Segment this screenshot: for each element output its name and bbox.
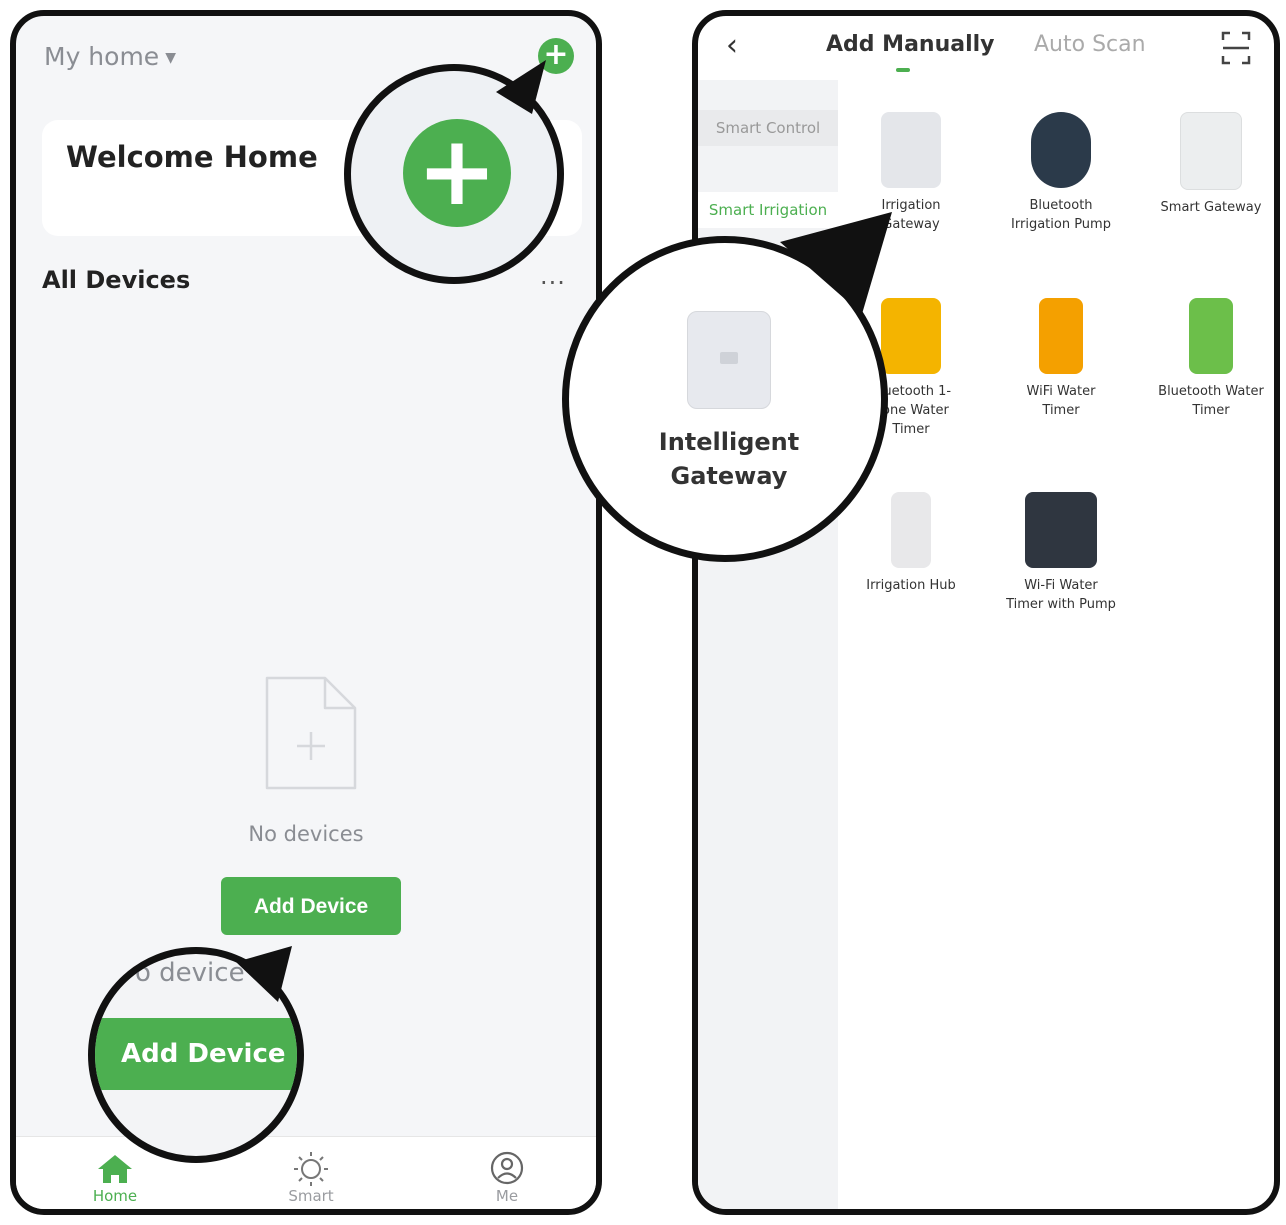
device-name: Smart Gateway — [1160, 200, 1262, 215]
device-name: WiFi Water Timer — [1026, 384, 1096, 418]
zoom-callout-intelligent-gateway: Intelligent Gateway — [562, 236, 888, 562]
device-image — [1180, 112, 1242, 190]
device-tile[interactable]: Wi-Fi Water Timer with Pump — [1006, 492, 1116, 614]
device-image — [1039, 298, 1083, 374]
tab-smart[interactable]: Smart — [266, 1147, 356, 1205]
add-device-button: Add Device — [95, 1018, 297, 1090]
more-icon[interactable]: ... — [540, 262, 566, 290]
welcome-title: Welcome Home — [66, 140, 318, 174]
user-icon — [490, 1151, 524, 1185]
device-tile[interactable]: Smart Gateway — [1156, 112, 1266, 217]
device-tile[interactable]: Irrigation Hub — [856, 492, 966, 595]
tab-me[interactable]: Me — [462, 1147, 552, 1205]
gateway-image — [687, 311, 771, 409]
tab-home[interactable]: Home — [70, 1147, 160, 1205]
device-name: Bluetooth Water Timer — [1158, 384, 1264, 418]
home-indicator — [882, 1214, 1096, 1215]
device-name: Wi-Fi Water Timer with Pump — [1006, 578, 1116, 612]
device-name: Irrigation Hub — [866, 578, 956, 593]
bottom-tab-bar: Home Smart Me — [16, 1136, 596, 1209]
add-device-screen-phone: ‹ Add Manually Auto Scan Smart Control S… — [692, 10, 1280, 1215]
device-image — [1031, 112, 1091, 188]
device-image — [881, 112, 941, 188]
device-name: Bluetooth Irrigation Pump — [1011, 198, 1111, 232]
sun-icon — [294, 1152, 328, 1186]
active-tab-indicator — [896, 68, 910, 72]
device-image — [891, 492, 931, 568]
device-image — [881, 298, 941, 374]
zoom-callout-add-device: o device Add Device — [88, 947, 304, 1163]
device-tile[interactable]: Bluetooth Water Timer — [1156, 298, 1266, 420]
gateway-label: Intelligent Gateway — [658, 428, 800, 490]
top-nav-bar: ‹ Add Manually Auto Scan — [698, 16, 1274, 80]
section-title: All Devices — [42, 266, 191, 294]
device-tile[interactable]: Bluetooth Irrigation Pump — [1006, 112, 1116, 234]
tab-home-label: Home — [92, 1187, 138, 1205]
home-icon — [98, 1155, 132, 1183]
sidebar-item-smart-control[interactable]: Smart Control — [698, 110, 838, 146]
tab-me-label: Me — [495, 1187, 519, 1205]
tab-add-manually[interactable]: Add Manually — [826, 32, 995, 57]
device-tile[interactable]: WiFi Water Timer — [1006, 298, 1116, 420]
tab-smart-label: Smart — [288, 1187, 334, 1205]
add-icon: + — [403, 119, 511, 227]
device-name: Irrigation Gateway — [881, 198, 941, 232]
device-tile[interactable]: Irrigation Gateway — [856, 112, 966, 234]
add-device-button[interactable]: Add Device — [221, 877, 401, 935]
empty-state-text: o device — [135, 958, 245, 988]
device-image — [1189, 298, 1233, 374]
empty-file-icon — [265, 676, 357, 790]
device-image — [1025, 492, 1097, 568]
add-icon[interactable]: + — [538, 38, 574, 74]
chevron-down-icon: ▼ — [165, 50, 176, 66]
zoom-callout-add-icon: + — [344, 64, 564, 284]
home-selector-label: My home — [44, 42, 160, 71]
home-selector[interactable]: My home ▼ — [44, 42, 176, 71]
scan-icon[interactable] — [1220, 30, 1252, 66]
empty-state-text: No devices — [248, 822, 364, 846]
tab-auto-scan[interactable]: Auto Scan — [1034, 32, 1146, 57]
back-icon[interactable]: ‹ — [726, 28, 738, 63]
home-indicator — [202, 1212, 420, 1215]
sidebar-item-smart-irrigation[interactable]: Smart Irrigation — [698, 192, 838, 228]
